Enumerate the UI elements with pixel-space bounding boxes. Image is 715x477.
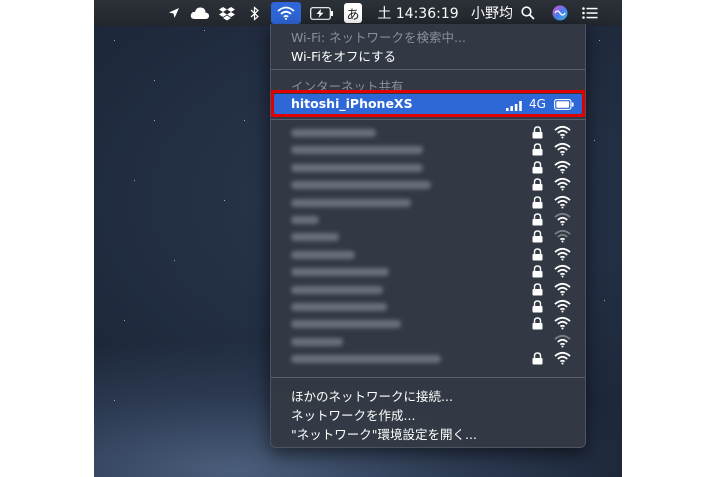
network-row[interactable] [271,125,585,141]
separator [271,69,585,70]
network-name-redacted [291,285,383,294]
wifi-signal-icon [554,142,571,159]
control-list-icon[interactable] [579,0,601,26]
cloud-icon[interactable] [188,0,212,26]
lock-icon [532,161,543,177]
wifi-icon[interactable] [271,2,301,24]
wifi-signal-icon [554,160,571,177]
network-row[interactable] [271,316,585,332]
network-row[interactable] [271,334,585,350]
wifi-signal-icon [554,212,571,229]
star [204,30,205,31]
turn-off-wifi-item[interactable]: Wi-Fiをオフにする [291,46,396,65]
lock-icon [532,178,543,194]
star [134,180,135,181]
star [154,80,155,81]
highlight-annotation-frame [271,90,585,117]
lock-icon [532,143,543,159]
star [114,40,115,41]
search-icon[interactable] [517,0,539,26]
wifi-signal-icon [554,125,571,142]
wifi-signal-icon [554,351,571,368]
lock-icon [532,126,543,142]
network-row[interactable] [271,212,585,228]
network-row[interactable] [271,142,585,158]
network-name-redacted [291,198,411,207]
lock-icon [532,352,543,368]
network-name-redacted [291,355,441,364]
wifi-signal-icon [554,264,571,281]
menu-bar: あ 土 14:36:19 小野均 [94,0,622,26]
network-name-redacted [291,233,339,242]
network-name-redacted [291,181,431,190]
wifi-signal-icon [554,195,571,212]
network-name-redacted [291,146,423,155]
lock-icon [532,230,543,246]
wifi-signal-icon [554,177,571,194]
network-name-redacted [291,268,389,277]
lock-icon [532,265,543,281]
siri-icon[interactable] [549,0,571,26]
star [599,40,600,41]
star [244,120,245,121]
separator [271,119,585,120]
star [114,400,115,401]
network-row[interactable] [271,351,585,367]
star [224,200,225,201]
wifi-signal-icon [554,334,571,351]
bluetooth-icon[interactable] [246,0,264,26]
lock-icon [532,213,543,229]
network-row[interactable] [271,160,585,176]
network-name-redacted [291,250,355,259]
star [124,320,125,321]
wifi-signal-icon [554,229,571,246]
wifi-signal-icon [554,299,571,316]
network-row[interactable] [271,282,585,298]
wifi-status: Wi-Fi: ネットワークを検索中... [291,30,466,45]
lock-icon [532,248,543,264]
star [594,140,595,141]
wifi-menu: Wi-Fi: ネットワークを検索中... Wi-Fiをオフにする インターネット… [270,24,586,448]
battery-icon[interactable] [308,0,336,26]
star [604,300,605,301]
network-name-redacted [291,320,401,329]
lock-icon [532,195,543,212]
wifi-signal-icon [554,247,571,264]
network-name-redacted [291,129,376,137]
network-name-redacted [291,303,387,311]
wifi-signal-icon [554,316,571,333]
join-other-network-item[interactable]: ほかのネットワークに接続... [291,386,453,405]
menubar-user[interactable]: 小野均 [470,0,514,26]
star [154,120,155,121]
network-row[interactable] [271,264,585,280]
star [174,260,175,261]
create-network-item[interactable]: ネットワークを作成... [291,405,415,424]
network-row[interactable] [271,177,585,193]
dropbox-icon[interactable] [216,0,238,26]
network-row[interactable] [271,195,585,211]
wifi-signal-icon [554,282,571,299]
separator [271,377,585,378]
lock-icon [532,300,543,316]
menubar-clock[interactable]: 土 14:36:19 [372,0,464,26]
ime-icon[interactable]: あ [344,3,362,23]
network-row[interactable] [271,247,585,263]
open-network-preferences-item[interactable]: "ネットワーク"環境設定を開く... [291,424,477,443]
lock-icon [532,317,543,333]
network-row[interactable] [271,229,585,245]
lock-icon [532,282,543,299]
network-name-redacted [291,163,423,172]
location-arrow-icon[interactable] [164,0,184,26]
network-row[interactable] [271,299,585,315]
network-name-redacted [291,337,343,346]
network-name-redacted [291,216,319,224]
